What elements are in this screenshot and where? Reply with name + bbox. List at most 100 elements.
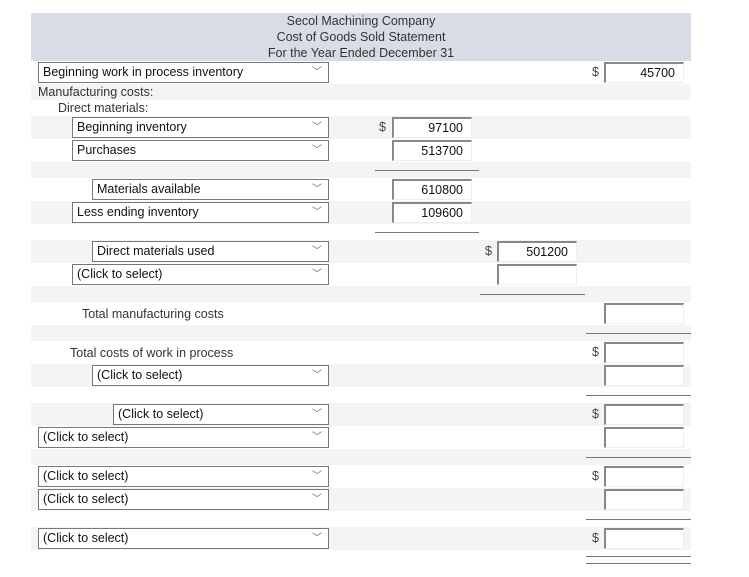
total-line <box>586 519 691 520</box>
select-text: (Click to select) <box>118 407 204 421</box>
row-purchases: Purchases ﹀ 513700 <box>31 139 691 162</box>
line-item-select-5[interactable]: (Click to select) ﹀ <box>38 466 329 487</box>
select-text: Beginning work in process inventory <box>43 65 244 79</box>
row-less-ending-inventory: Less ending inventory ﹀ 109600 <box>31 201 691 224</box>
row-spacer <box>31 511 691 527</box>
row-beginning-wip: Beginning work in process inventory ﹀ $ … <box>31 61 691 84</box>
less-ending-inventory-select[interactable]: Less ending inventory ﹀ <box>72 202 329 223</box>
row-select-6: (Click to select) ﹀ <box>31 488 691 511</box>
row-total-costs-wip: Total costs of work in process $ <box>31 341 691 364</box>
line-item-input-5[interactable] <box>604 466 684 487</box>
direct-materials-used-select[interactable]: Direct materials used ﹀ <box>92 241 329 262</box>
total-costs-wip-input[interactable] <box>604 342 684 363</box>
row-spacer <box>31 449 691 465</box>
purchases-select[interactable]: Purchases ﹀ <box>72 140 329 161</box>
statement-title: Cost of Goods Sold Statement <box>276 30 446 44</box>
company-name: Secol Machining Company <box>286 14 436 28</box>
dollar-sign: $ <box>592 345 599 359</box>
row-materials-available: Materials available ﹀ 610800 <box>31 178 691 201</box>
subtotal-line <box>375 170 479 171</box>
select-text: (Click to select) <box>77 267 163 281</box>
statement-period: For the Year Ended December 31 <box>267 46 455 60</box>
dollar-sign: $ <box>592 407 599 421</box>
select-text: (Click to select) <box>43 531 129 545</box>
purchases-input[interactable]: 513700 <box>392 140 472 161</box>
chevron-down-icon: ﹀ <box>312 145 322 156</box>
row-select-2: (Click to select) ﹀ <box>31 364 691 387</box>
chevron-down-icon: ﹀ <box>312 370 322 381</box>
row-spacer <box>31 162 691 178</box>
row-direct-materials: Direct materials: <box>31 100 691 116</box>
total-manufacturing-costs-input[interactable] <box>604 303 684 324</box>
row-select-7: (Click to select) ﹀ $ <box>31 527 691 550</box>
materials-available-select[interactable]: Materials available ﹀ <box>92 179 329 200</box>
row-beginning-inventory: Beginning inventory ﹀ $ 97100 <box>31 116 691 139</box>
total-line <box>586 395 691 396</box>
line-item-input-1[interactable] <box>497 264 577 285</box>
line-item-input-7[interactable] <box>604 528 684 549</box>
row-spacer <box>31 387 691 403</box>
select-text: (Click to select) <box>43 492 129 506</box>
dollar-sign: $ <box>485 244 492 258</box>
row-select-3: (Click to select) ﹀ $ <box>31 403 691 426</box>
cogs-statement-form: Secol Machining Company Cost of Goods So… <box>31 13 691 566</box>
chevron-down-icon: ﹀ <box>312 67 322 78</box>
total-line <box>586 457 691 458</box>
chevron-down-icon: ﹀ <box>312 533 322 544</box>
line-item-select-3[interactable]: (Click to select) ﹀ <box>113 404 329 425</box>
direct-materials-used-input[interactable]: 501200 <box>497 241 577 262</box>
line-item-select-4[interactable]: (Click to select) ﹀ <box>38 427 329 448</box>
beginning-wip-input[interactable]: 45700 <box>604 62 684 83</box>
row-select-5: (Click to select) ﹀ $ <box>31 465 691 488</box>
chevron-down-icon: ﹀ <box>312 184 322 195</box>
row-select-4: (Click to select) ﹀ <box>31 426 691 449</box>
line-item-input-3[interactable] <box>604 404 684 425</box>
direct-materials-label: Direct materials: <box>58 101 149 115</box>
row-spacer <box>31 325 691 341</box>
select-text: Beginning inventory <box>77 120 187 134</box>
line-item-select-1[interactable]: (Click to select) ﹀ <box>72 264 329 285</box>
subtotal-line <box>480 294 585 295</box>
row-double-underline <box>31 550 691 566</box>
dollar-sign: $ <box>592 469 599 483</box>
beginning-wip-select[interactable]: Beginning work in process inventory ﹀ <box>38 62 329 83</box>
select-text: Purchases <box>77 143 137 157</box>
row-spacer <box>31 224 691 240</box>
line-item-input-6[interactable] <box>604 489 684 510</box>
chevron-down-icon: ﹀ <box>312 494 322 505</box>
line-item-select-6[interactable]: (Click to select) ﹀ <box>38 489 329 510</box>
chevron-down-icon: ﹀ <box>312 122 322 133</box>
line-item-input-4[interactable] <box>604 427 684 448</box>
row-direct-materials-used: Direct materials used ﹀ $ 501200 <box>31 240 691 263</box>
total-line <box>586 333 691 334</box>
less-ending-inventory-input[interactable]: 109600 <box>392 202 472 223</box>
line-item-input-2[interactable] <box>604 365 684 386</box>
total-costs-wip-label: Total costs of work in process <box>70 346 234 360</box>
row-total-manufacturing-costs: Total manufacturing costs <box>31 302 691 325</box>
chevron-down-icon: ﹀ <box>312 409 322 420</box>
select-text: Materials available <box>97 182 201 196</box>
select-text: (Click to select) <box>43 430 129 444</box>
chevron-down-icon: ﹀ <box>312 432 322 443</box>
select-text: (Click to select) <box>43 469 129 483</box>
double-line-top <box>586 556 691 557</box>
chevron-down-icon: ﹀ <box>312 207 322 218</box>
row-manufacturing-costs: Manufacturing costs: <box>31 84 691 100</box>
statement-header: Secol Machining Company Cost of Goods So… <box>31 13 691 61</box>
line-item-select-2[interactable]: (Click to select) ﹀ <box>92 365 329 386</box>
subtotal-line <box>375 232 479 233</box>
chevron-down-icon: ﹀ <box>312 471 322 482</box>
select-text: Less ending inventory <box>77 205 199 219</box>
beginning-inventory-select[interactable]: Beginning inventory ﹀ <box>72 117 329 138</box>
dollar-sign: $ <box>592 531 599 545</box>
materials-available-input[interactable]: 610800 <box>392 179 472 200</box>
select-text: Direct materials used <box>97 244 215 258</box>
select-text: (Click to select) <box>97 368 183 382</box>
beginning-inventory-input[interactable]: 97100 <box>392 117 472 138</box>
total-manufacturing-costs-label: Total manufacturing costs <box>82 307 224 321</box>
dollar-sign: $ <box>379 120 386 134</box>
line-item-select-7[interactable]: (Click to select) ﹀ <box>38 528 329 549</box>
manufacturing-costs-label: Manufacturing costs: <box>38 85 154 99</box>
row-select-1: (Click to select) ﹀ <box>31 263 691 286</box>
double-line-bottom <box>586 563 691 564</box>
